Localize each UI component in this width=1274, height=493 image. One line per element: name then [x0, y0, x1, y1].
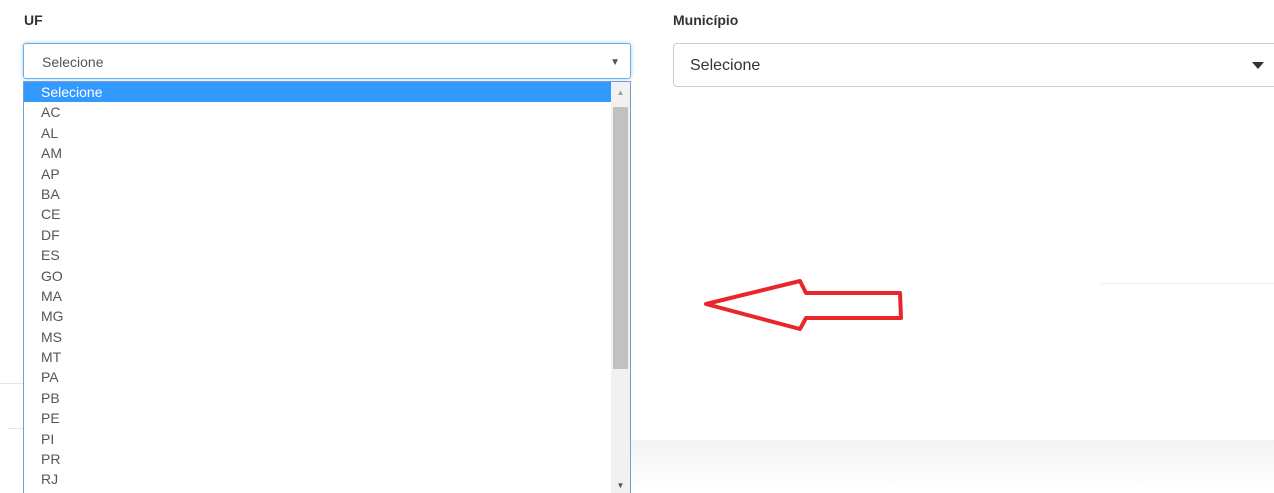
municipio-select[interactable]: Selecione: [673, 43, 1274, 87]
uf-option[interactable]: AP: [24, 164, 612, 184]
divider: [8, 428, 23, 429]
uf-select-value: Selecione: [42, 54, 104, 70]
background-band: [631, 440, 1274, 493]
uf-option[interactable]: MG: [24, 306, 612, 326]
uf-option[interactable]: BA: [24, 184, 612, 204]
municipio-select-value: Selecione: [690, 57, 761, 74]
uf-option[interactable]: ES: [24, 245, 612, 265]
left-arrow-annotation: [704, 279, 903, 331]
uf-options-list: Selecione AC AL AM AP BA CE DF ES GO MA MG MS MT PA PB P…: [24, 82, 612, 490]
divider: [1100, 283, 1274, 284]
uf-option[interactable]: MA: [24, 286, 612, 306]
uf-option[interactable]: GO: [24, 266, 612, 286]
chevron-down-icon: ▼: [610, 57, 620, 68]
uf-option[interactable]: AM: [24, 143, 612, 163]
uf-option[interactable]: PA: [24, 367, 612, 387]
uf-option[interactable]: AL: [24, 123, 612, 143]
caret-down-icon: [1252, 62, 1264, 69]
scrollbar-thumb[interactable]: [613, 107, 628, 369]
uf-option[interactable]: CE: [24, 204, 612, 224]
divider: [0, 383, 23, 384]
municipio-label: Município: [673, 12, 739, 28]
uf-option[interactable]: PE: [24, 408, 612, 428]
uf-option[interactable]: RJ: [24, 469, 612, 489]
uf-option[interactable]: MT: [24, 347, 612, 367]
scrollbar[interactable]: ▲ ▼: [611, 82, 630, 493]
uf-option[interactable]: DF: [24, 225, 612, 245]
scroll-up-icon[interactable]: ▲: [611, 84, 630, 101]
scroll-down-icon[interactable]: ▼: [611, 477, 630, 493]
uf-option[interactable]: AC: [24, 102, 612, 122]
uf-label: UF: [24, 12, 43, 28]
uf-option[interactable]: PR: [24, 449, 612, 469]
uf-option[interactable]: PI: [24, 429, 612, 449]
uf-option[interactable]: PB: [24, 388, 612, 408]
uf-select[interactable]: Selecione ▼: [23, 43, 631, 79]
uf-option[interactable]: Selecione: [24, 82, 612, 103]
uf-option[interactable]: MS: [24, 327, 612, 347]
uf-dropdown-list[interactable]: Selecione AC AL AM AP BA CE DF ES GO MA MG MS MT PA PB P…: [23, 81, 631, 493]
